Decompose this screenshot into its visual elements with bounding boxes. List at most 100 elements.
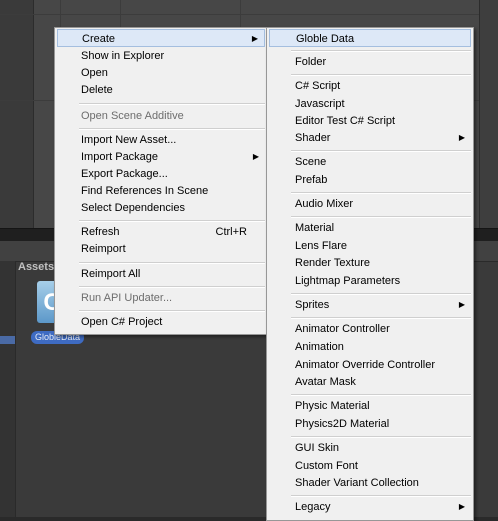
menu-item-create[interactable]: Create ▶ [57, 29, 265, 47]
menu-item-label: Animation [295, 341, 344, 353]
menu-separator [291, 50, 471, 52]
menu-separator [291, 495, 471, 497]
menu-item-label: Lens Flare [295, 240, 347, 252]
menu-item-label: Legacy [295, 501, 331, 513]
menu-item-label: GUI Skin [295, 442, 340, 454]
menu-item-delete[interactable]: Delete [57, 81, 265, 99]
menu-item-label: Open Scene Additive [81, 110, 184, 122]
submenu-item-sprites[interactable]: Sprites ▶ [269, 296, 471, 314]
submenu-item-prefab[interactable]: Prefab [269, 171, 471, 189]
submenu-arrow-icon: ▶ [458, 502, 465, 511]
submenu-item-avatar-mask[interactable]: Avatar Mask [269, 373, 471, 391]
submenu-item-shader[interactable]: Shader ▶ [269, 129, 471, 147]
menu-item-label: Material [295, 222, 335, 234]
submenu-item-animator-override-controller[interactable]: Animator Override Controller [269, 356, 471, 374]
menu-item-label: C# Script [295, 80, 341, 92]
menu-item-label: Reimport All [81, 268, 141, 280]
assets-breadcrumb[interactable]: Assets [18, 261, 54, 273]
submenu-item-shader-variant-collection[interactable]: Shader Variant Collection [269, 474, 471, 492]
menu-item-run-api-updater: Run API Updater... [57, 289, 265, 307]
menu-item-open-csharp-project[interactable]: Open C# Project [57, 313, 265, 331]
menu-item-label: Select Dependencies [81, 202, 185, 214]
submenu-item-csharp-script[interactable]: C# Script [269, 77, 471, 95]
menu-item-label: Reimport [81, 243, 126, 255]
submenu-item-folder[interactable]: Folder [269, 53, 471, 71]
menu-item-show-in-explorer[interactable]: Show in Explorer [57, 47, 265, 65]
menu-item-label: Open C# Project [81, 316, 163, 328]
context-menu: Create ▶ Show in Explorer Open Delete Op… [54, 27, 268, 335]
menu-separator [291, 150, 471, 152]
submenu-item-physic-material[interactable]: Physic Material [269, 397, 471, 415]
submenu-item-animator-controller[interactable]: Animator Controller [269, 320, 471, 338]
menu-separator [291, 436, 471, 438]
menu-separator [79, 286, 265, 288]
menu-item-label: Export Package... [81, 168, 168, 180]
submenu-item-editor-test-script[interactable]: Editor Test C# Script [269, 112, 471, 130]
menu-separator [79, 128, 265, 130]
menu-item-select-dependencies[interactable]: Select Dependencies [57, 199, 265, 217]
menu-item-label: Physic Material [295, 400, 370, 412]
submenu-item-javascript[interactable]: Javascript [269, 95, 471, 113]
menu-item-export-package[interactable]: Export Package... [57, 165, 265, 183]
scene-right-column [479, 0, 498, 228]
menu-item-label: Refresh [81, 226, 120, 238]
submenu-arrow-icon: ▶ [458, 133, 465, 142]
submenu-item-physics2d-material[interactable]: Physics2D Material [269, 415, 471, 433]
menu-item-label: Show in Explorer [81, 50, 165, 62]
submenu-item-render-texture[interactable]: Render Texture [269, 254, 471, 272]
menu-item-label: Shader [295, 132, 331, 144]
menu-item-label: Run API Updater... [81, 292, 173, 304]
menu-item-label: Javascript [295, 98, 345, 110]
menu-item-label: Delete [81, 84, 113, 96]
menu-separator [291, 192, 471, 194]
menu-item-label: Avatar Mask [295, 376, 356, 388]
menu-item-label: Create [82, 33, 116, 45]
menu-item-label: Animator Controller [295, 323, 390, 335]
submenu-item-scene[interactable]: Scene [269, 153, 471, 171]
menu-separator [291, 74, 471, 76]
menu-item-label: Custom Font [295, 460, 358, 472]
submenu-item-custom-font[interactable]: Custom Font [269, 457, 471, 475]
submenu-item-gui-skin[interactable]: GUI Skin [269, 439, 471, 457]
menu-item-label: Animator Override Controller [295, 359, 435, 371]
menu-separator [79, 262, 265, 264]
menu-item-import-package[interactable]: Import Package ▶ [57, 148, 265, 166]
shortcut-label: Ctrl+R [215, 226, 247, 238]
menu-separator [291, 317, 471, 319]
menu-separator [79, 220, 265, 222]
create-submenu: Globle Data Folder C# Script Javascript … [266, 27, 474, 521]
menu-item-label: Sprites [295, 299, 330, 311]
menu-item-label: Shader Variant Collection [295, 477, 419, 489]
menu-item-label: Open [81, 67, 108, 79]
menu-item-open-scene-additive: Open Scene Additive [57, 107, 265, 125]
grid-line [0, 14, 498, 15]
submenu-item-material[interactable]: Material [269, 219, 471, 237]
submenu-item-globle-data[interactable]: Globle Data [269, 29, 471, 47]
submenu-arrow-icon: ▶ [251, 34, 258, 43]
submenu-item-legacy[interactable]: Legacy ▶ [269, 498, 471, 516]
menu-item-reimport[interactable]: Reimport [57, 240, 265, 258]
menu-item-label: Scene [295, 156, 327, 168]
menu-item-label: Import New Asset... [81, 134, 177, 146]
menu-item-label: Find References In Scene [81, 185, 209, 197]
menu-item-reimport-all[interactable]: Reimport All [57, 265, 265, 283]
menu-item-open[interactable]: Open [57, 64, 265, 82]
menu-separator [291, 394, 471, 396]
menu-item-label: Folder [295, 56, 327, 68]
selected-folder-strip [0, 336, 15, 344]
menu-item-find-references[interactable]: Find References In Scene [57, 182, 265, 200]
scene-left-column [0, 0, 34, 228]
submenu-item-lens-flare[interactable]: Lens Flare [269, 237, 471, 255]
menu-item-import-new-asset[interactable]: Import New Asset... [57, 131, 265, 149]
menu-item-label: Audio Mixer [295, 198, 354, 210]
project-folder-tree[interactable] [0, 261, 16, 517]
menu-item-label: Render Texture [295, 257, 371, 269]
menu-separator [79, 310, 265, 312]
submenu-item-animation[interactable]: Animation [269, 338, 471, 356]
menu-item-label: Import Package [81, 151, 159, 163]
submenu-item-lightmap-parameters[interactable]: Lightmap Parameters [269, 272, 471, 290]
submenu-item-audio-mixer[interactable]: Audio Mixer [269, 195, 471, 213]
menu-item-label: Lightmap Parameters [295, 275, 401, 287]
menu-item-refresh[interactable]: Refresh Ctrl+R [57, 223, 265, 241]
submenu-arrow-icon: ▶ [252, 152, 259, 161]
